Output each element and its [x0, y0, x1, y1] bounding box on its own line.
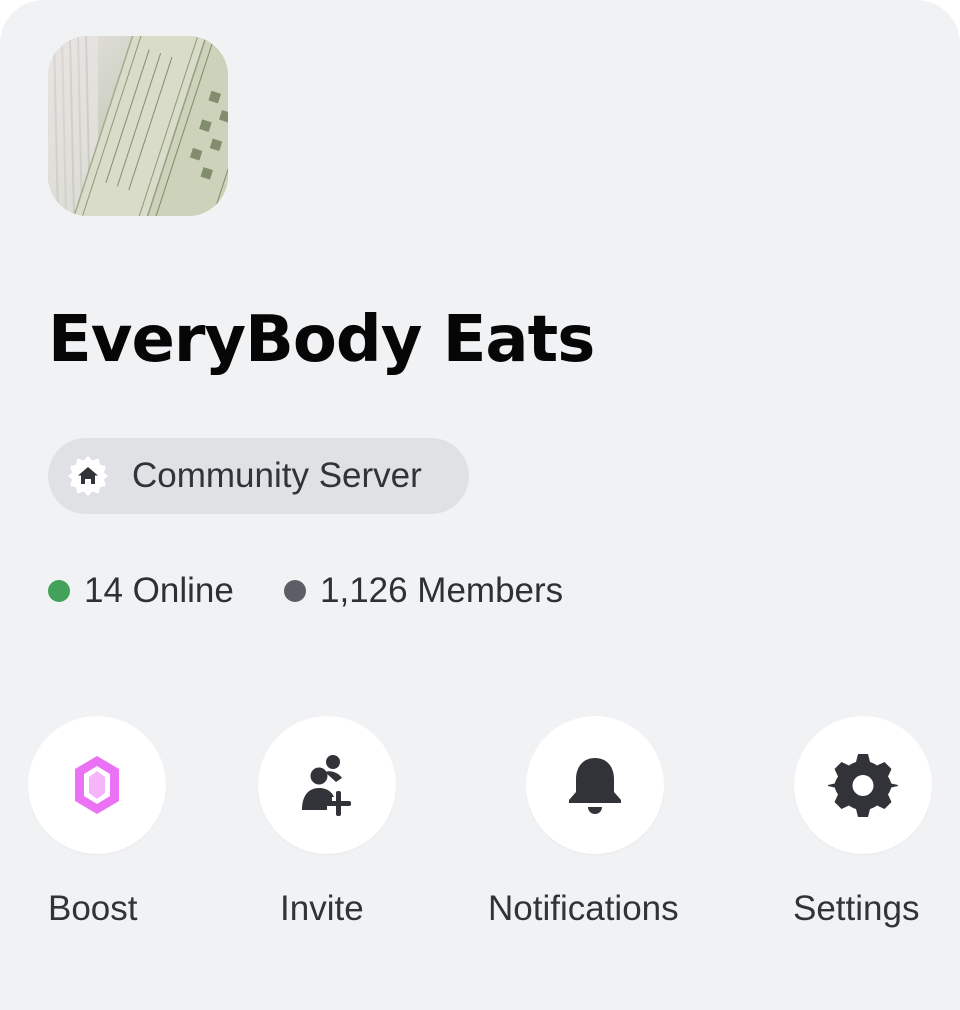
- invite-button[interactable]: [258, 716, 396, 854]
- settings-action[interactable]: Settings: [766, 716, 960, 956]
- notifications-label: Notifications: [488, 889, 679, 928]
- boost-label: Boost: [48, 889, 138, 928]
- boost-button[interactable]: [28, 716, 166, 854]
- server-icon[interactable]: [48, 36, 228, 216]
- notifications-action[interactable]: Notifications: [488, 716, 738, 956]
- invite-action[interactable]: Invite: [230, 716, 470, 956]
- community-server-badge[interactable]: Community Server: [48, 438, 469, 514]
- community-home-icon: [68, 456, 108, 496]
- notifications-button[interactable]: [526, 716, 664, 854]
- server-info-sheet: EveryBody Eats Community Server 14 Onlin…: [0, 0, 960, 1010]
- server-name: EveryBody Eats: [48, 303, 595, 377]
- bell-icon: [569, 758, 621, 814]
- boost-action[interactable]: Boost: [0, 716, 240, 956]
- online-status-dot: [48, 580, 70, 602]
- members-label: 1,126 Members: [320, 571, 564, 610]
- boost-gem-icon: [75, 756, 119, 814]
- gear-icon: [828, 754, 898, 817]
- settings-button[interactable]: [794, 716, 932, 854]
- badge-label: Community Server: [132, 456, 422, 495]
- online-label: 14 Online: [84, 571, 234, 610]
- invite-label: Invite: [280, 889, 364, 928]
- invite-person-add-icon: [302, 755, 351, 816]
- server-icon-image: [48, 36, 228, 216]
- settings-label: Settings: [793, 889, 920, 928]
- members-status-dot: [284, 580, 306, 602]
